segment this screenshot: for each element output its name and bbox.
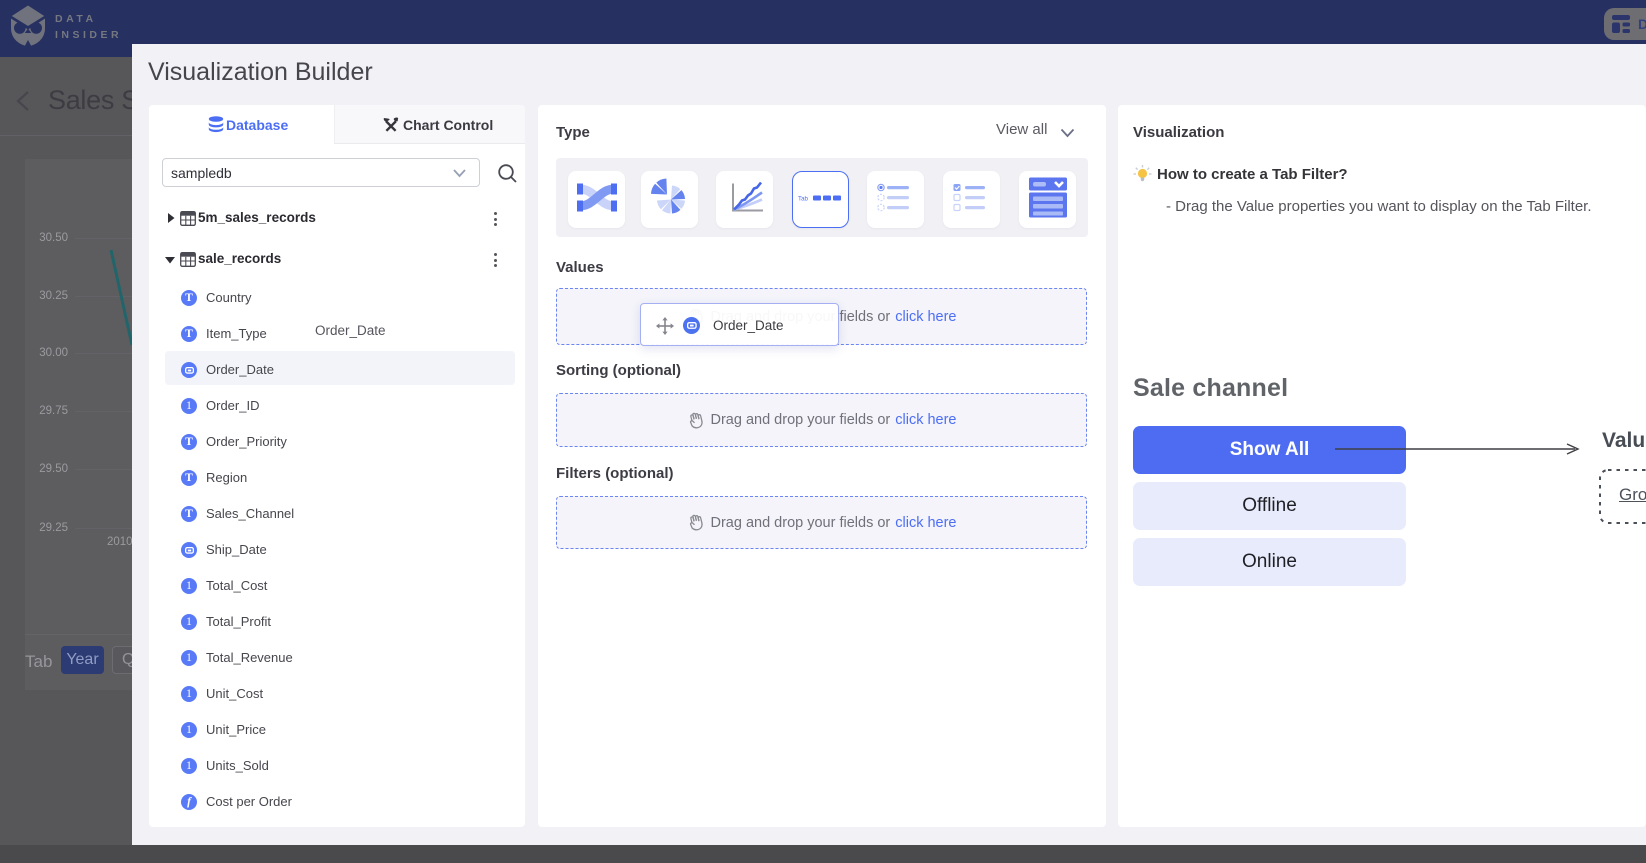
- svg-text:Tab: Tab: [798, 195, 809, 202]
